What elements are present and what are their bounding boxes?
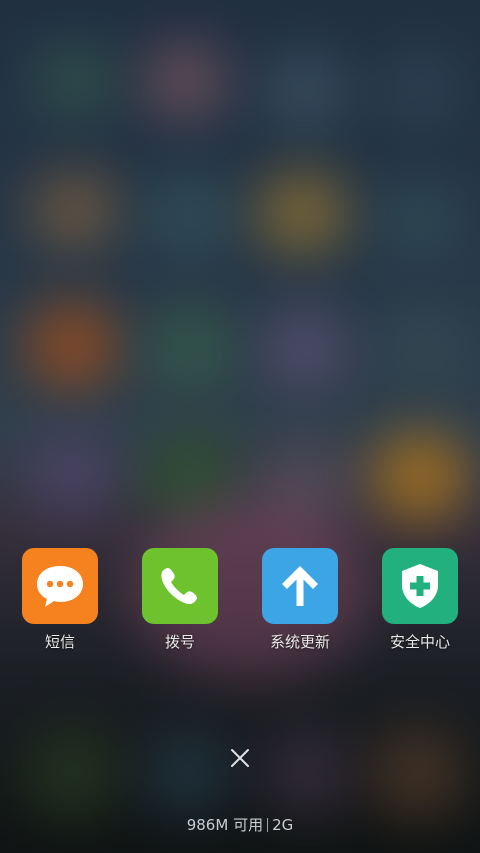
app-label-security-center: 安全中心: [389, 633, 450, 651]
memory-divider: [267, 818, 269, 832]
security-shield-icon: [402, 564, 438, 608]
app-label-dialer: 拨号: [164, 633, 195, 651]
recent-app-system-update[interactable]: 系统更新: [240, 548, 360, 658]
sms-app-tile[interactable]: [22, 548, 98, 624]
recent-app-security-center[interactable]: 安全中心: [360, 548, 480, 658]
recent-app-sms[interactable]: 短信: [0, 548, 120, 658]
close-icon: [231, 749, 249, 767]
sms-chat-icon: [37, 566, 83, 607]
app-label-sms: 短信: [44, 633, 75, 651]
memory-total-value: 2G: [272, 816, 294, 834]
phone-handset-icon: [161, 568, 197, 605]
recent-app-dialer[interactable]: 拨号: [120, 548, 240, 658]
memory-status: 986M 可用 2G: [0, 815, 480, 835]
recent-apps-row: 短信 拨号 系统更新 安全中心: [0, 548, 480, 658]
memory-available-label: 可用: [233, 816, 264, 834]
blurred-wallpaper: [0, 0, 480, 853]
system-update-app-tile[interactable]: [262, 548, 338, 624]
memory-available-value: 986M: [186, 816, 229, 834]
clear-recents-button[interactable]: [222, 740, 258, 776]
dialer-app-tile[interactable]: [142, 548, 218, 624]
arrow-up-icon: [282, 566, 318, 606]
security-center-app-tile[interactable]: [382, 548, 458, 624]
app-label-system-update: 系统更新: [269, 633, 330, 651]
